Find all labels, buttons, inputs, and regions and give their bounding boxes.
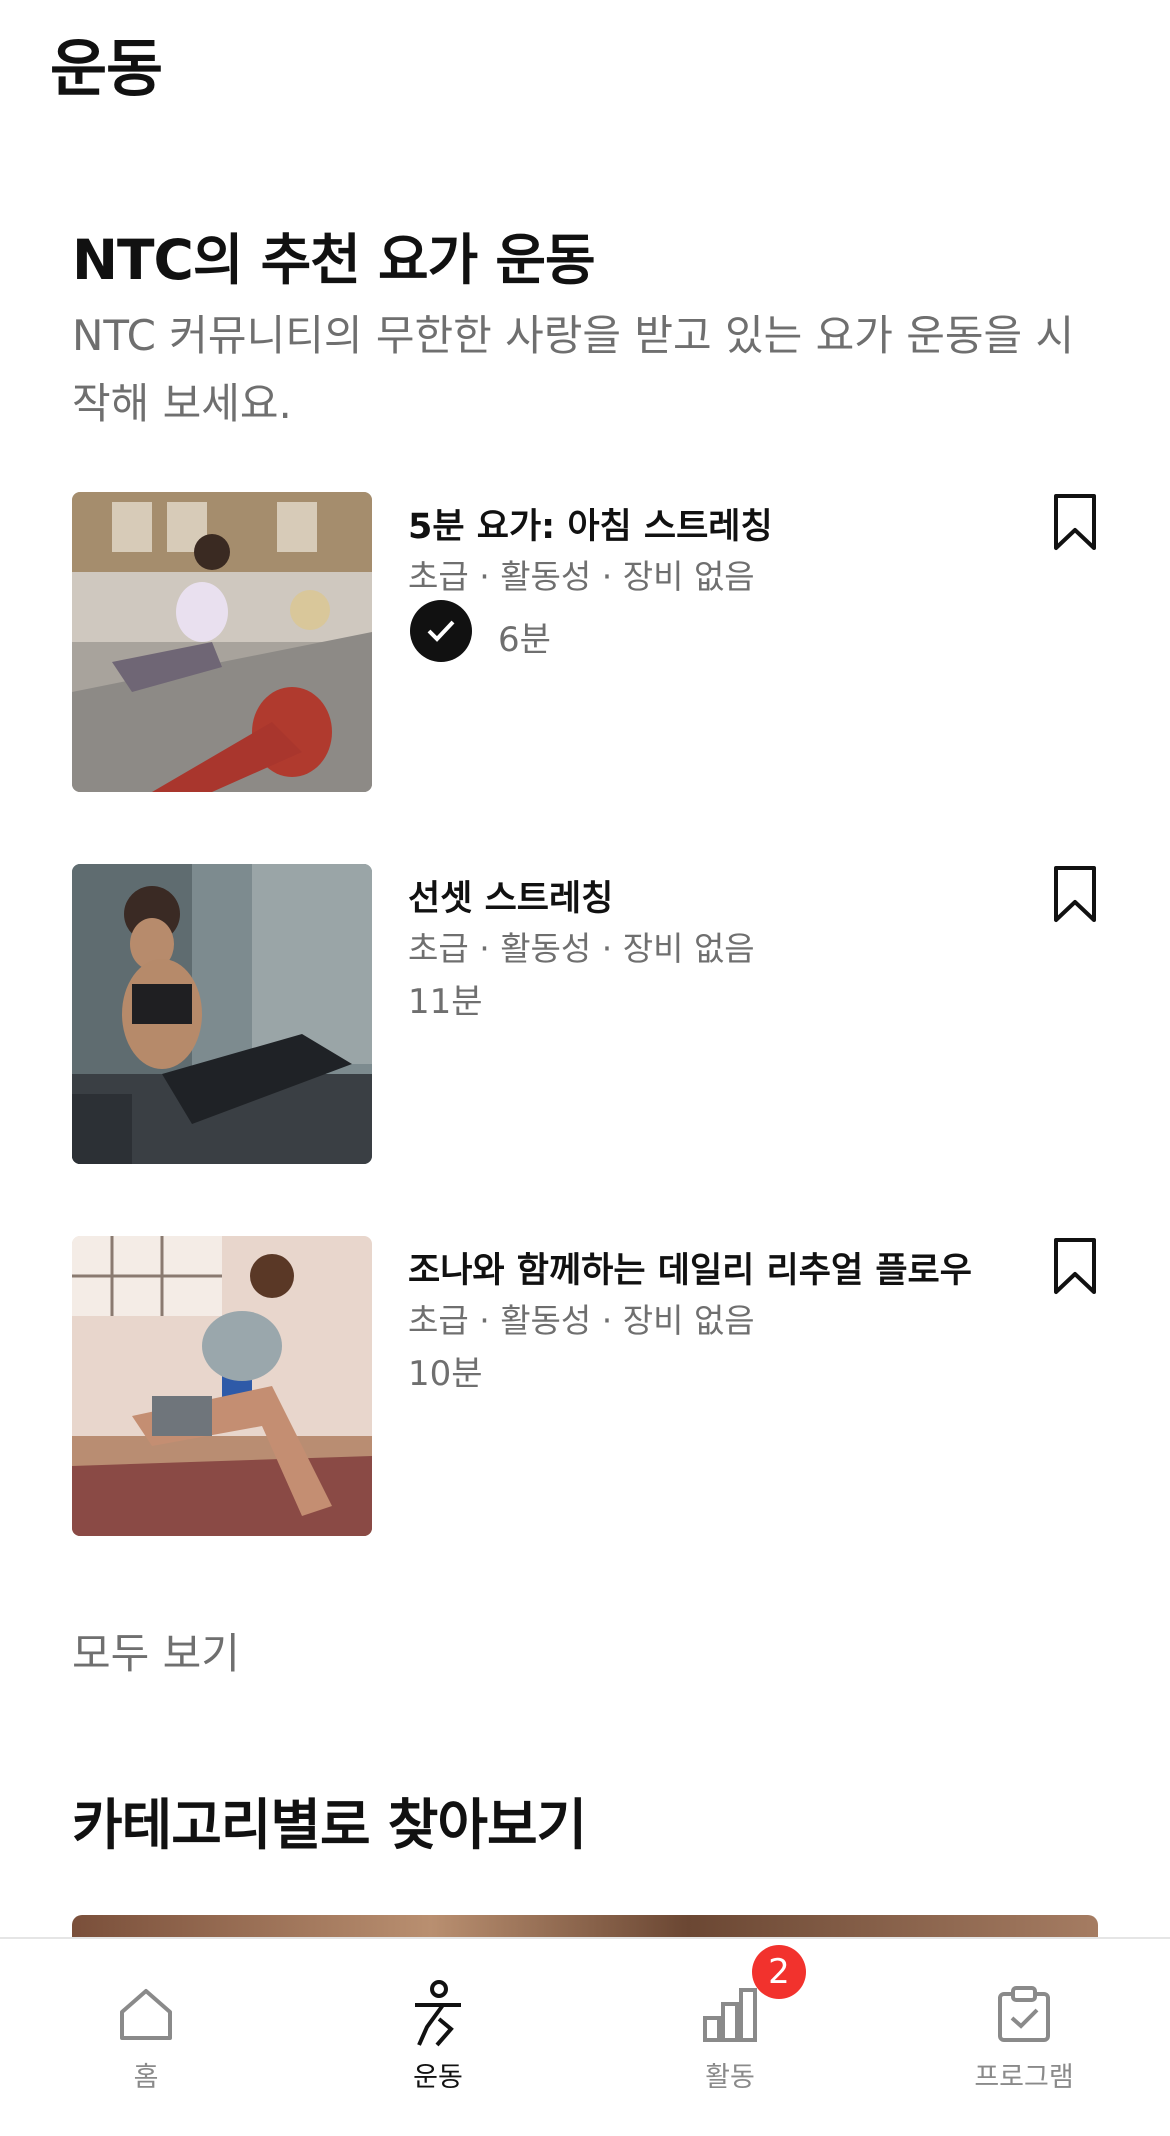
workout-meta: 초급 · 활동성 · 장비 없음 bbox=[408, 929, 755, 968]
bottom-tab-bar: 홈 운동 활동 프로그램 bbox=[0, 1937, 1170, 2136]
workout-title: 5분 요가: 아침 스트레칭 bbox=[408, 507, 773, 547]
category-section-title: 카테고리별로 찾아보기 bbox=[72, 1793, 587, 1857]
bookmark-icon[interactable] bbox=[1052, 492, 1098, 552]
home-icon bbox=[46, 1979, 246, 2049]
bookmark-icon[interactable] bbox=[1052, 864, 1098, 924]
tab-activity[interactable]: 활동 bbox=[630, 1979, 830, 2094]
workout-title: 조나와 함께하는 데일리 리추얼 플로우 bbox=[408, 1251, 972, 1291]
workout-thumbnail[interactable] bbox=[72, 1236, 372, 1536]
see-all-link[interactable]: 모두 보기 bbox=[72, 1620, 240, 1681]
running-figure-icon bbox=[338, 1979, 538, 2049]
workout-meta: 초급 · 활동성 · 장비 없음 bbox=[408, 1301, 755, 1340]
tab-home[interactable]: 홈 bbox=[46, 1979, 246, 2094]
page-title: 운동 bbox=[50, 32, 163, 105]
workout-duration: 11분 bbox=[408, 982, 483, 1022]
clipboard-check-icon bbox=[924, 1979, 1124, 2049]
workout-duration: 10분 bbox=[408, 1354, 483, 1394]
section-title: NTC의 추천 요가 운동 bbox=[72, 228, 596, 292]
workout-thumbnail[interactable] bbox=[72, 864, 372, 1164]
tab-program[interactable]: 프로그램 bbox=[924, 1979, 1124, 2094]
tab-home-label: 홈 bbox=[133, 2062, 159, 2093]
workout-card-morning-stretch[interactable]: 5분 요가: 아침 스트레칭 초급 · 활동성 · 장비 없음 6분 bbox=[72, 492, 1098, 792]
workout-meta: 초급 · 활동성 · 장비 없음 bbox=[408, 557, 755, 596]
tab-program-label: 프로그램 bbox=[974, 2062, 1074, 2093]
tab-workout-label: 운동 bbox=[413, 2062, 463, 2093]
activity-notification-badge: 2 bbox=[752, 1945, 806, 1999]
tab-activity-label: 활동 bbox=[705, 2062, 755, 2093]
completed-check-icon bbox=[410, 600, 472, 662]
bookmark-icon[interactable] bbox=[1052, 1236, 1098, 1296]
workout-duration: 6분 bbox=[498, 620, 551, 660]
workout-thumbnail[interactable] bbox=[72, 492, 372, 792]
workout-title: 선셋 스트레칭 bbox=[408, 879, 614, 919]
workout-card-sunset-stretch[interactable]: 선셋 스트레칭 초급 · 활동성 · 장비 없음 11분 bbox=[72, 864, 1098, 1164]
section-subtitle: NTC 커뮤니티의 무한한 사랑을 받고 있는 요가 운동을 시작해 보세요. bbox=[72, 311, 1075, 428]
tab-workout[interactable]: 운동 bbox=[338, 1979, 538, 2094]
bar-chart-icon bbox=[630, 1979, 830, 2049]
workout-card-daily-ritual-flow[interactable]: 조나와 함께하는 데일리 리추얼 플로우 초급 · 활동성 · 장비 없음 10… bbox=[72, 1236, 1098, 1536]
